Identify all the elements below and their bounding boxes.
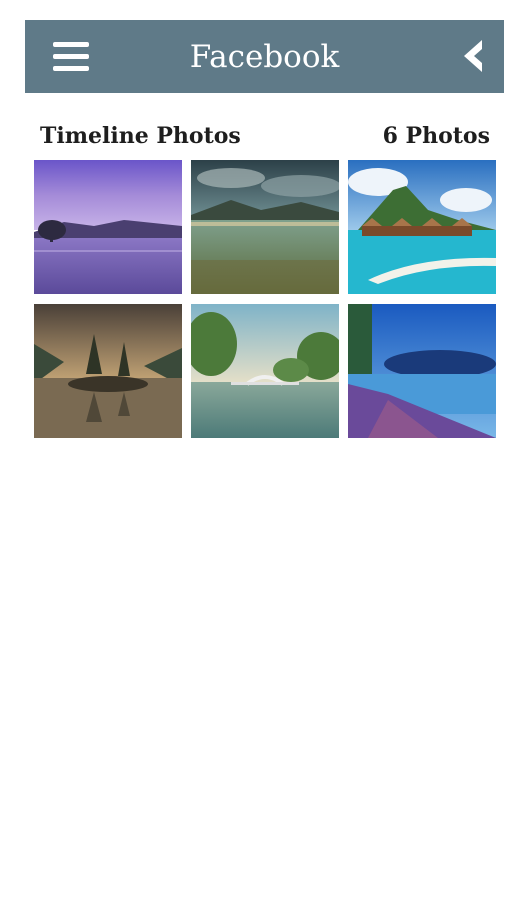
photo-thumbnail-cloudy-lagoon[interactable] [191,160,339,294]
album-title: Timeline Photos [40,123,241,149]
photo-thumbnail-tropical-bungalows[interactable] [348,160,496,294]
album-header: Timeline Photos 6 Photos [40,120,490,152]
photo-thumbnail-blue-river[interactable] [348,304,496,438]
photo-count: 6 Photos [382,123,490,149]
chevron-left-icon[interactable] [458,38,486,74]
photo-thumbnail-lake-bridge[interactable] [191,304,339,438]
photo-thumbnail-purple-lake[interactable] [34,160,182,294]
app-bar: Facebook [25,20,504,93]
photo-grid [34,160,496,440]
photo-thumbnail-mountain-lake[interactable] [34,304,182,438]
app-title: Facebook [189,39,340,75]
